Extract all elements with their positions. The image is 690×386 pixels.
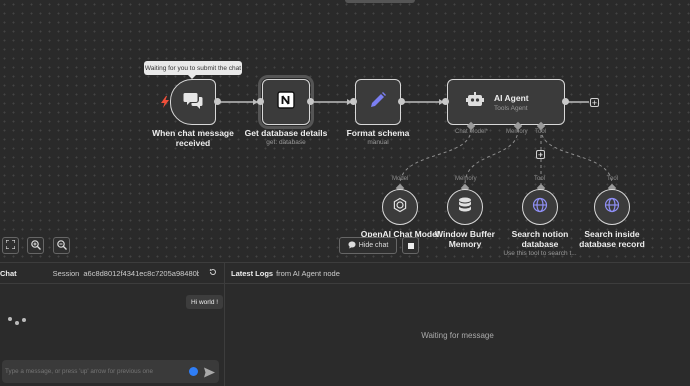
chat-message-input[interactable] (5, 365, 175, 378)
pen-icon (368, 90, 388, 115)
agent-chat-model-label: Chat Model* (455, 129, 489, 135)
logs-waiting-text: Waiting for message (421, 331, 494, 340)
stop-execution-button[interactable] (402, 237, 419, 254)
chat-bubbles-icon (183, 91, 203, 114)
agent-output-port[interactable] (562, 98, 569, 105)
agent-add-tool-button[interactable]: + (536, 150, 545, 160)
format-title: Format schema (346, 128, 410, 138)
agent-input-port[interactable] (442, 98, 449, 105)
zoom-out-icon (56, 239, 67, 252)
format-schema-node[interactable] (355, 79, 401, 125)
session-id: a6c8d8012f4341ec8c7205a98480be... (83, 268, 200, 278)
memory-port-label: Memory (455, 176, 477, 182)
window-buffer-memory-node[interactable] (447, 189, 483, 225)
chat-panel: Chat Session a6c8d8012f4341ec8c7205a9848… (0, 262, 225, 386)
agent-tool-label: Tool (535, 129, 547, 135)
logs-header: Latest Logs from AI Agent node (225, 263, 690, 284)
trigger-title: When chat message received (152, 128, 234, 148)
openai-icon (392, 197, 408, 218)
search1-port-label: Tool (534, 176, 546, 182)
notion-input-port[interactable] (257, 98, 264, 105)
chat-trigger-node[interactable] (170, 79, 216, 125)
zoom-out-button[interactable] (53, 237, 70, 254)
waiting-tooltip: Waiting for you to submit the chat (144, 61, 242, 79)
logs-title: Latest Logs (231, 268, 274, 278)
notion-node[interactable] (258, 75, 314, 129)
ai-agent-node[interactable]: AI Agent Tools Agent (447, 79, 565, 125)
logs-from: from AI Agent node (276, 268, 340, 278)
chat-title: Chat (0, 268, 17, 278)
user-message: Hi world ! (186, 295, 224, 309)
zoom-fit-button[interactable] (2, 237, 19, 254)
zoom-in-button[interactable] (27, 237, 44, 254)
openai-chat-model-node[interactable] (382, 189, 418, 225)
globe-icon (532, 197, 548, 218)
stop-icon (407, 242, 414, 249)
hide-chat-button[interactable]: Hide chat (339, 237, 397, 254)
zoom-fit-icon (5, 239, 16, 251)
agent-subtitle: Tools Agent (494, 104, 528, 112)
openai-port-label: Model (392, 176, 409, 182)
search-notion-database-node[interactable] (522, 189, 558, 225)
agent-add-next-button[interactable]: + (590, 98, 599, 108)
trigger-bolt-icon (161, 95, 169, 113)
notion-subtitle: get: database (266, 139, 306, 146)
database-icon (458, 197, 472, 218)
search-inside-record-node[interactable] (594, 189, 630, 225)
logs-panel: Latest Logs from AI Agent node Waiting f… (225, 262, 690, 386)
zoom-in-icon (30, 239, 41, 252)
notion-output-port[interactable] (307, 98, 314, 105)
agent-memory-label: Memory (506, 129, 528, 135)
chat-header: Chat Session a6c8d8012f4341ec8c7205a9848… (0, 263, 224, 284)
workflow-canvas[interactable]: Waiting for you to submit the chat When … (0, 0, 690, 262)
robot-icon (466, 91, 484, 113)
trigger-output-port[interactable] (214, 98, 221, 105)
chat-input-bar (2, 360, 219, 383)
reset-session-icon[interactable] (209, 268, 217, 278)
session-label: Session (52, 268, 80, 278)
search2-port-label: Tool (607, 176, 619, 182)
notion-title: Get database details (244, 128, 328, 138)
agent-title: AI Agent (494, 92, 529, 103)
format-input-port[interactable] (350, 98, 357, 105)
format-subtitle: manual (367, 139, 389, 146)
search2-title: Search inside database record (579, 229, 645, 249)
chat-icon (348, 241, 356, 251)
check-badge-icon (189, 367, 198, 376)
format-output-port[interactable] (398, 98, 405, 105)
send-icon[interactable] (204, 365, 215, 383)
hide-chat-label: Hide chat (358, 242, 389, 249)
globe-icon (604, 197, 620, 218)
notion-icon (276, 90, 296, 115)
search1-note: Use this tool to search t... (503, 250, 577, 257)
